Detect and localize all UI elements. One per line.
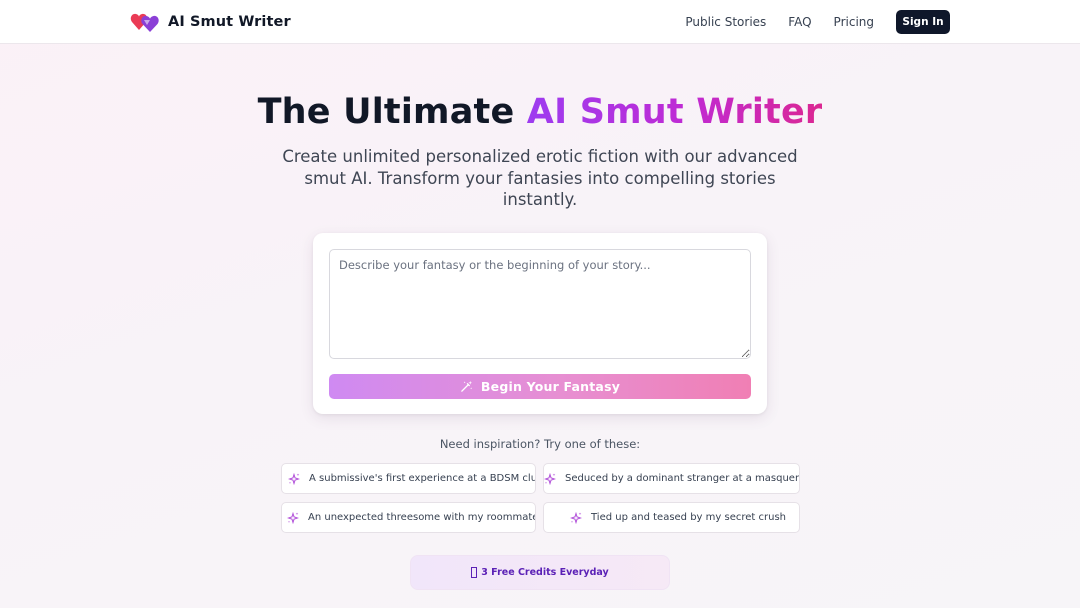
begin-fantasy-label: Begin Your Fantasy xyxy=(480,379,621,394)
sparkles-icon xyxy=(544,472,556,485)
free-credits-banner: 3 Free Credits Everyday xyxy=(410,555,670,590)
chip-label: Seduced by a dominant stranger at a masq… xyxy=(565,473,800,484)
inspiration-label: Need inspiration? Try one of these: xyxy=(439,437,641,451)
sparkles-icon xyxy=(287,511,299,524)
nav-faq[interactable]: FAQ xyxy=(788,15,811,29)
chip-label: Tied up and teased by my secret crush xyxy=(591,512,786,523)
nav-pricing[interactable]: Pricing xyxy=(834,15,874,29)
missing-glyph-icon xyxy=(471,567,478,578)
begin-fantasy-button[interactable]: Begin Your Fantasy xyxy=(329,374,751,399)
hero-title: The Ultimate AI Smut Writer xyxy=(0,92,1080,132)
brand-link[interactable]: AI Smut Writer xyxy=(130,10,291,34)
hero-title-prefix: The Ultimate xyxy=(257,92,527,132)
magic-wand-icon xyxy=(461,380,472,392)
inspiration-chip-bdsm-club[interactable]: A submissive's first experience at a BDS… xyxy=(281,463,536,494)
brand-name: AI Smut Writer xyxy=(168,14,291,30)
sign-in-button[interactable]: Sign In xyxy=(896,10,950,34)
sparkles-icon xyxy=(570,511,582,524)
story-prompt-input[interactable] xyxy=(329,249,751,359)
inspiration-chip-secret-crush[interactable]: Tied up and teased by my secret crush xyxy=(543,502,800,533)
hero-subtitle: Create unlimited personalized erotic fic… xyxy=(282,147,798,209)
inspiration-chip-masquerade[interactable]: Seduced by a dominant stranger at a masq… xyxy=(543,463,800,494)
nav-public-stories[interactable]: Public Stories xyxy=(685,15,766,29)
prompt-card: Begin Your Fantasy xyxy=(313,233,767,414)
main-nav: Public Stories FAQ Pricing Sign In xyxy=(685,10,950,34)
sparkles-icon xyxy=(288,472,300,485)
inspiration-chip-roommates[interactable]: An unexpected threesome with my roommate… xyxy=(281,502,536,533)
hearts-logo-icon xyxy=(130,13,159,32)
free-credits-label: 3 Free Credits Everyday xyxy=(481,567,609,578)
chip-label: An unexpected threesome with my roommate… xyxy=(308,512,536,523)
chip-label: A submissive's first experience at a BDS… xyxy=(309,473,536,484)
hero-title-highlight: AI Smut Writer xyxy=(526,92,823,132)
site-header: AI Smut Writer Public Stories FAQ Pricin… xyxy=(0,0,1080,44)
